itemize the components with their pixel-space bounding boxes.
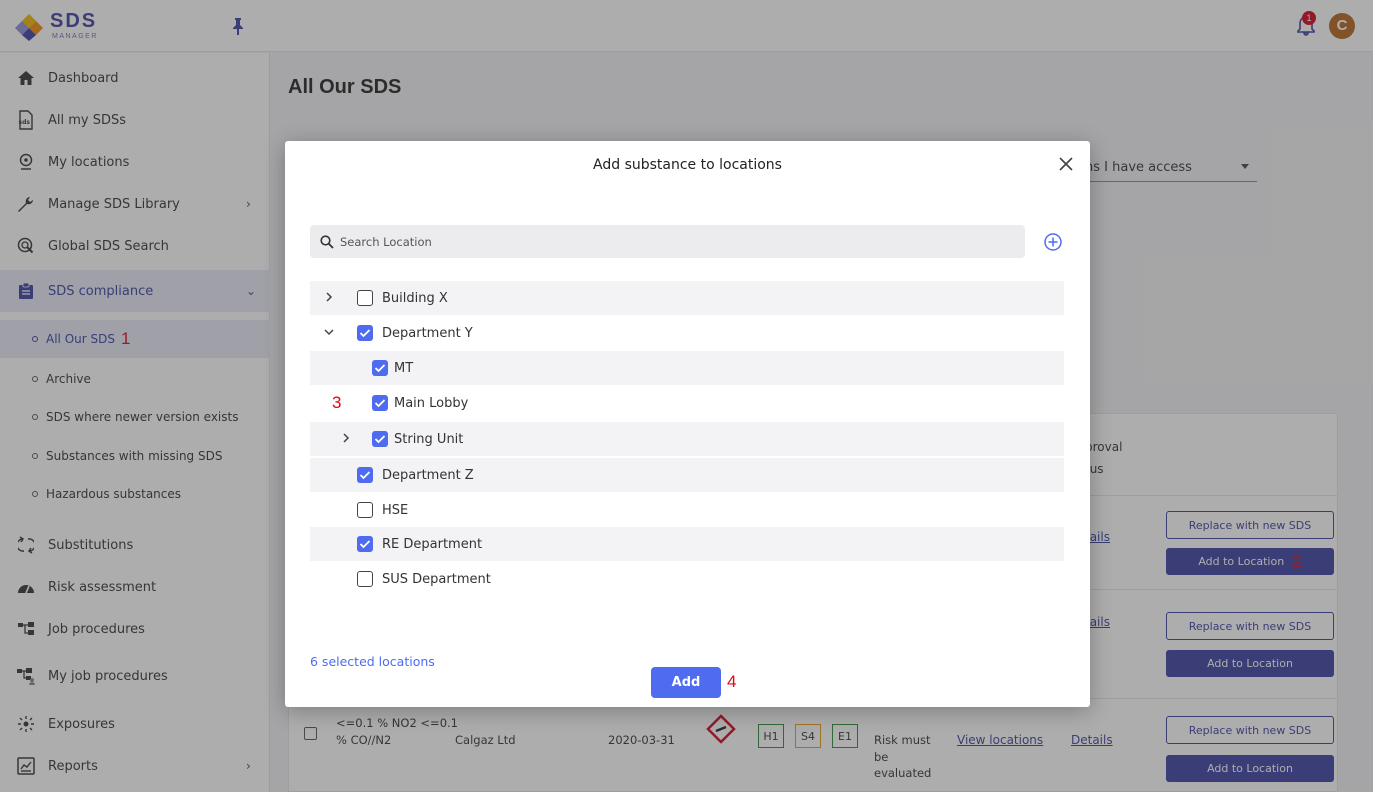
selected-locations-count: 6 selected locations (310, 654, 435, 669)
location-label: Department Y (382, 326, 473, 341)
checkmark-icon (374, 364, 386, 373)
location-label: RE Department (382, 537, 483, 552)
modal-title: Add substance to locations (593, 157, 782, 173)
location-label: Main Lobby (394, 396, 469, 411)
location-row-mt[interactable]: MT (310, 351, 1064, 385)
location-row-sus-department[interactable]: SUS Department (310, 562, 1064, 596)
location-row-hse[interactable]: HSE (310, 493, 1064, 527)
location-checkbox[interactable] (357, 536, 373, 552)
checkmark-icon (359, 540, 371, 549)
chevron-right-icon[interactable] (322, 290, 336, 304)
checkmark-icon (374, 435, 386, 444)
location-label: String Unit (394, 432, 464, 447)
chevron-right-icon[interactable] (339, 431, 353, 445)
annotation-marker-3: 3 (332, 393, 342, 412)
location-label: MT (394, 361, 414, 376)
add-location-plus-icon[interactable] (1043, 232, 1063, 252)
location-checkbox[interactable] (357, 290, 373, 306)
location-checkbox[interactable] (357, 325, 373, 341)
location-row-string-unit[interactable]: String Unit (310, 422, 1064, 456)
location-checkbox[interactable] (357, 502, 373, 518)
chevron-down-icon[interactable] (322, 325, 336, 339)
add-button[interactable]: Add (651, 667, 721, 698)
location-row-re-department[interactable]: RE Department (310, 527, 1064, 561)
location-checkbox[interactable] (372, 395, 388, 411)
annotation-marker-4: 4 (727, 672, 737, 691)
location-checkbox[interactable] (357, 571, 373, 587)
location-label: HSE (382, 503, 409, 518)
location-row-department-y[interactable]: Department Y (310, 316, 1064, 350)
checkmark-icon (359, 329, 371, 338)
close-icon[interactable] (1057, 155, 1075, 173)
location-row-building-x[interactable]: Building X (310, 281, 1064, 315)
location-label: Department Z (382, 468, 474, 483)
location-row-main-lobby[interactable]: Main Lobby (310, 386, 1064, 420)
add-substance-modal: Add substance to locations Building X De… (285, 141, 1090, 707)
location-checkbox[interactable] (372, 431, 388, 447)
checkmark-icon (374, 399, 386, 408)
location-checkbox[interactable] (372, 360, 388, 376)
location-search-box[interactable] (310, 225, 1025, 258)
location-label: SUS Department (382, 572, 491, 587)
search-icon (320, 234, 334, 249)
location-label: Building X (382, 291, 448, 306)
checkmark-icon (359, 471, 371, 480)
location-row-department-z[interactable]: Department Z (310, 458, 1064, 492)
search-location-input[interactable] (340, 234, 1000, 249)
location-checkbox[interactable] (357, 467, 373, 483)
